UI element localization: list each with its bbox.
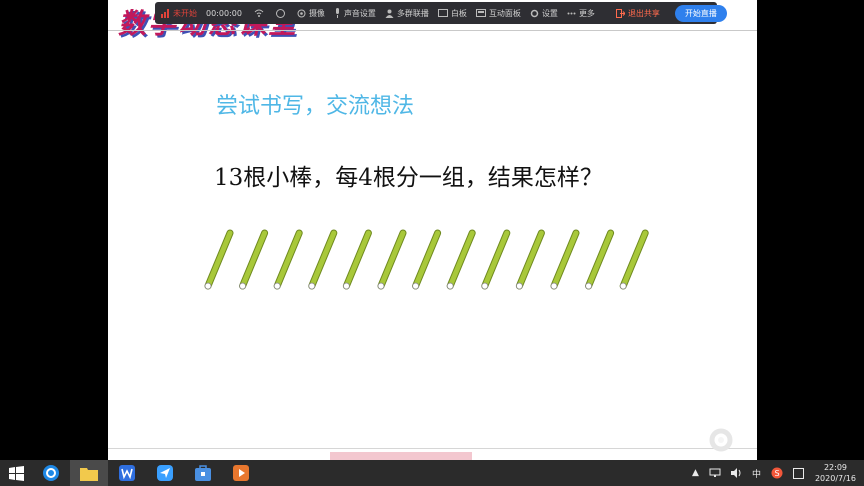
meeting-timer: 00:00:00 <box>206 8 242 18</box>
multi-broadcast-label: 多群联播 <box>396 8 429 18</box>
start-button[interactable] <box>0 460 32 486</box>
stick <box>550 229 580 290</box>
start-live-button[interactable]: 开始直播 <box>674 4 727 22</box>
slide: 数学动态课堂 尝试书写，交流想法 13根小棒，每4根分一组，结果怎样？ <box>108 0 757 460</box>
multi-broadcast-button[interactable]: 多群联播 <box>385 8 429 19</box>
stick <box>342 229 372 290</box>
panel-icon <box>475 9 486 17</box>
whiteboard-icon <box>437 9 448 17</box>
slide-heading: 尝试书写，交流想法 <box>216 94 415 119</box>
taskbar-wps-writer[interactable] <box>108 460 146 486</box>
screen: 数学动态课堂 尝试书写，交流想法 13根小棒，每4根分一组，结果怎样？ 未开始 … <box>0 0 864 486</box>
wifi-icon <box>254 9 264 17</box>
wifi-button[interactable] <box>254 9 267 17</box>
user-button[interactable] <box>275 8 288 18</box>
slide-footer-divider <box>108 448 757 449</box>
audio-settings-label: 声音设置 <box>343 8 376 18</box>
ime-indicator[interactable]: 中 <box>752 467 761 480</box>
clock-time: 22:09 <box>823 463 848 472</box>
stick <box>446 229 476 290</box>
settings-button[interactable]: 设置 <box>530 8 558 19</box>
slide-header-divider <box>108 30 757 31</box>
exit-share-label: 退出共享 <box>627 8 660 18</box>
stick <box>308 229 338 290</box>
stick <box>204 229 234 290</box>
stick <box>273 229 303 290</box>
more-button[interactable]: 更多 <box>567 8 595 19</box>
record-status[interactable]: 未开始 <box>161 8 197 19</box>
user-circle-icon <box>275 8 285 18</box>
more-label: 更多 <box>578 8 595 18</box>
taskbar-feishu[interactable] <box>146 460 184 486</box>
taskbar: ▲ 中 S 22:09 2020/7/16 <box>0 460 864 486</box>
system-tray: ▲ 中 S 22:09 2020/7/16 <box>687 460 864 486</box>
gear-icon[interactable] <box>706 425 736 455</box>
whiteboard-button[interactable]: 白板 <box>437 8 467 19</box>
taskbar-bag-app[interactable] <box>184 460 222 486</box>
camera-button[interactable]: 摄像 <box>297 8 325 19</box>
stick <box>377 229 407 290</box>
tray-expand-icon[interactable]: ▲ <box>692 468 699 478</box>
stick <box>481 229 511 290</box>
record-status-label: 未开始 <box>173 8 197 18</box>
slide-question: 13根小棒，每4根分一组，结果怎样？ <box>214 165 603 191</box>
exit-share-button[interactable]: 退出共享 <box>615 8 660 19</box>
taskbar-clock[interactable]: 22:09 2020/7/16 <box>815 462 856 484</box>
stick <box>619 229 649 290</box>
wps-writer-icon <box>119 465 135 481</box>
folder-icon <box>80 467 98 481</box>
clock-date: 2020/7/16 <box>814 474 856 483</box>
taskbar-search-app[interactable] <box>32 460 70 486</box>
network-icon[interactable] <box>709 468 721 478</box>
person-icon <box>385 9 394 18</box>
sogou-ime-icon[interactable]: S <box>771 467 783 479</box>
windows-logo-icon <box>8 465 24 481</box>
settings-label: 设置 <box>541 8 558 18</box>
microphone-icon <box>335 8 339 18</box>
signal-bars-icon <box>161 8 169 18</box>
camera-label: 摄像 <box>308 8 325 18</box>
interactive-panel-button[interactable]: 互动面板 <box>475 8 521 19</box>
whiteboard-label: 白板 <box>450 8 467 18</box>
bag-icon <box>195 465 211 481</box>
stick <box>239 229 269 290</box>
sogou-search-icon <box>43 465 59 481</box>
taskbar-file-explorer[interactable] <box>70 460 108 486</box>
camera-icon <box>297 9 306 17</box>
sticks-illustration <box>204 229 649 290</box>
taskbar-slides-app[interactable] <box>222 460 260 486</box>
audio-settings-button[interactable]: 声音设置 <box>334 8 376 19</box>
more-dots-icon <box>567 12 576 14</box>
svg-text:S: S <box>774 469 779 478</box>
notification-icon[interactable] <box>792 467 804 479</box>
stick <box>412 229 442 290</box>
paper-plane-icon <box>157 465 173 481</box>
settings-gear-icon <box>530 9 539 17</box>
stick <box>515 229 545 290</box>
volume-icon[interactable] <box>730 468 742 478</box>
interactive-panel-label: 互动面板 <box>488 8 521 18</box>
exit-icon <box>615 8 625 18</box>
slide-footer-bar <box>330 452 472 460</box>
slides-play-icon <box>233 465 249 481</box>
stick <box>585 229 615 290</box>
meeting-toolbar: 未开始 00:00:00 摄像 声音设置 多群联播 白板 互动面板 设置 更多 … <box>155 2 727 24</box>
